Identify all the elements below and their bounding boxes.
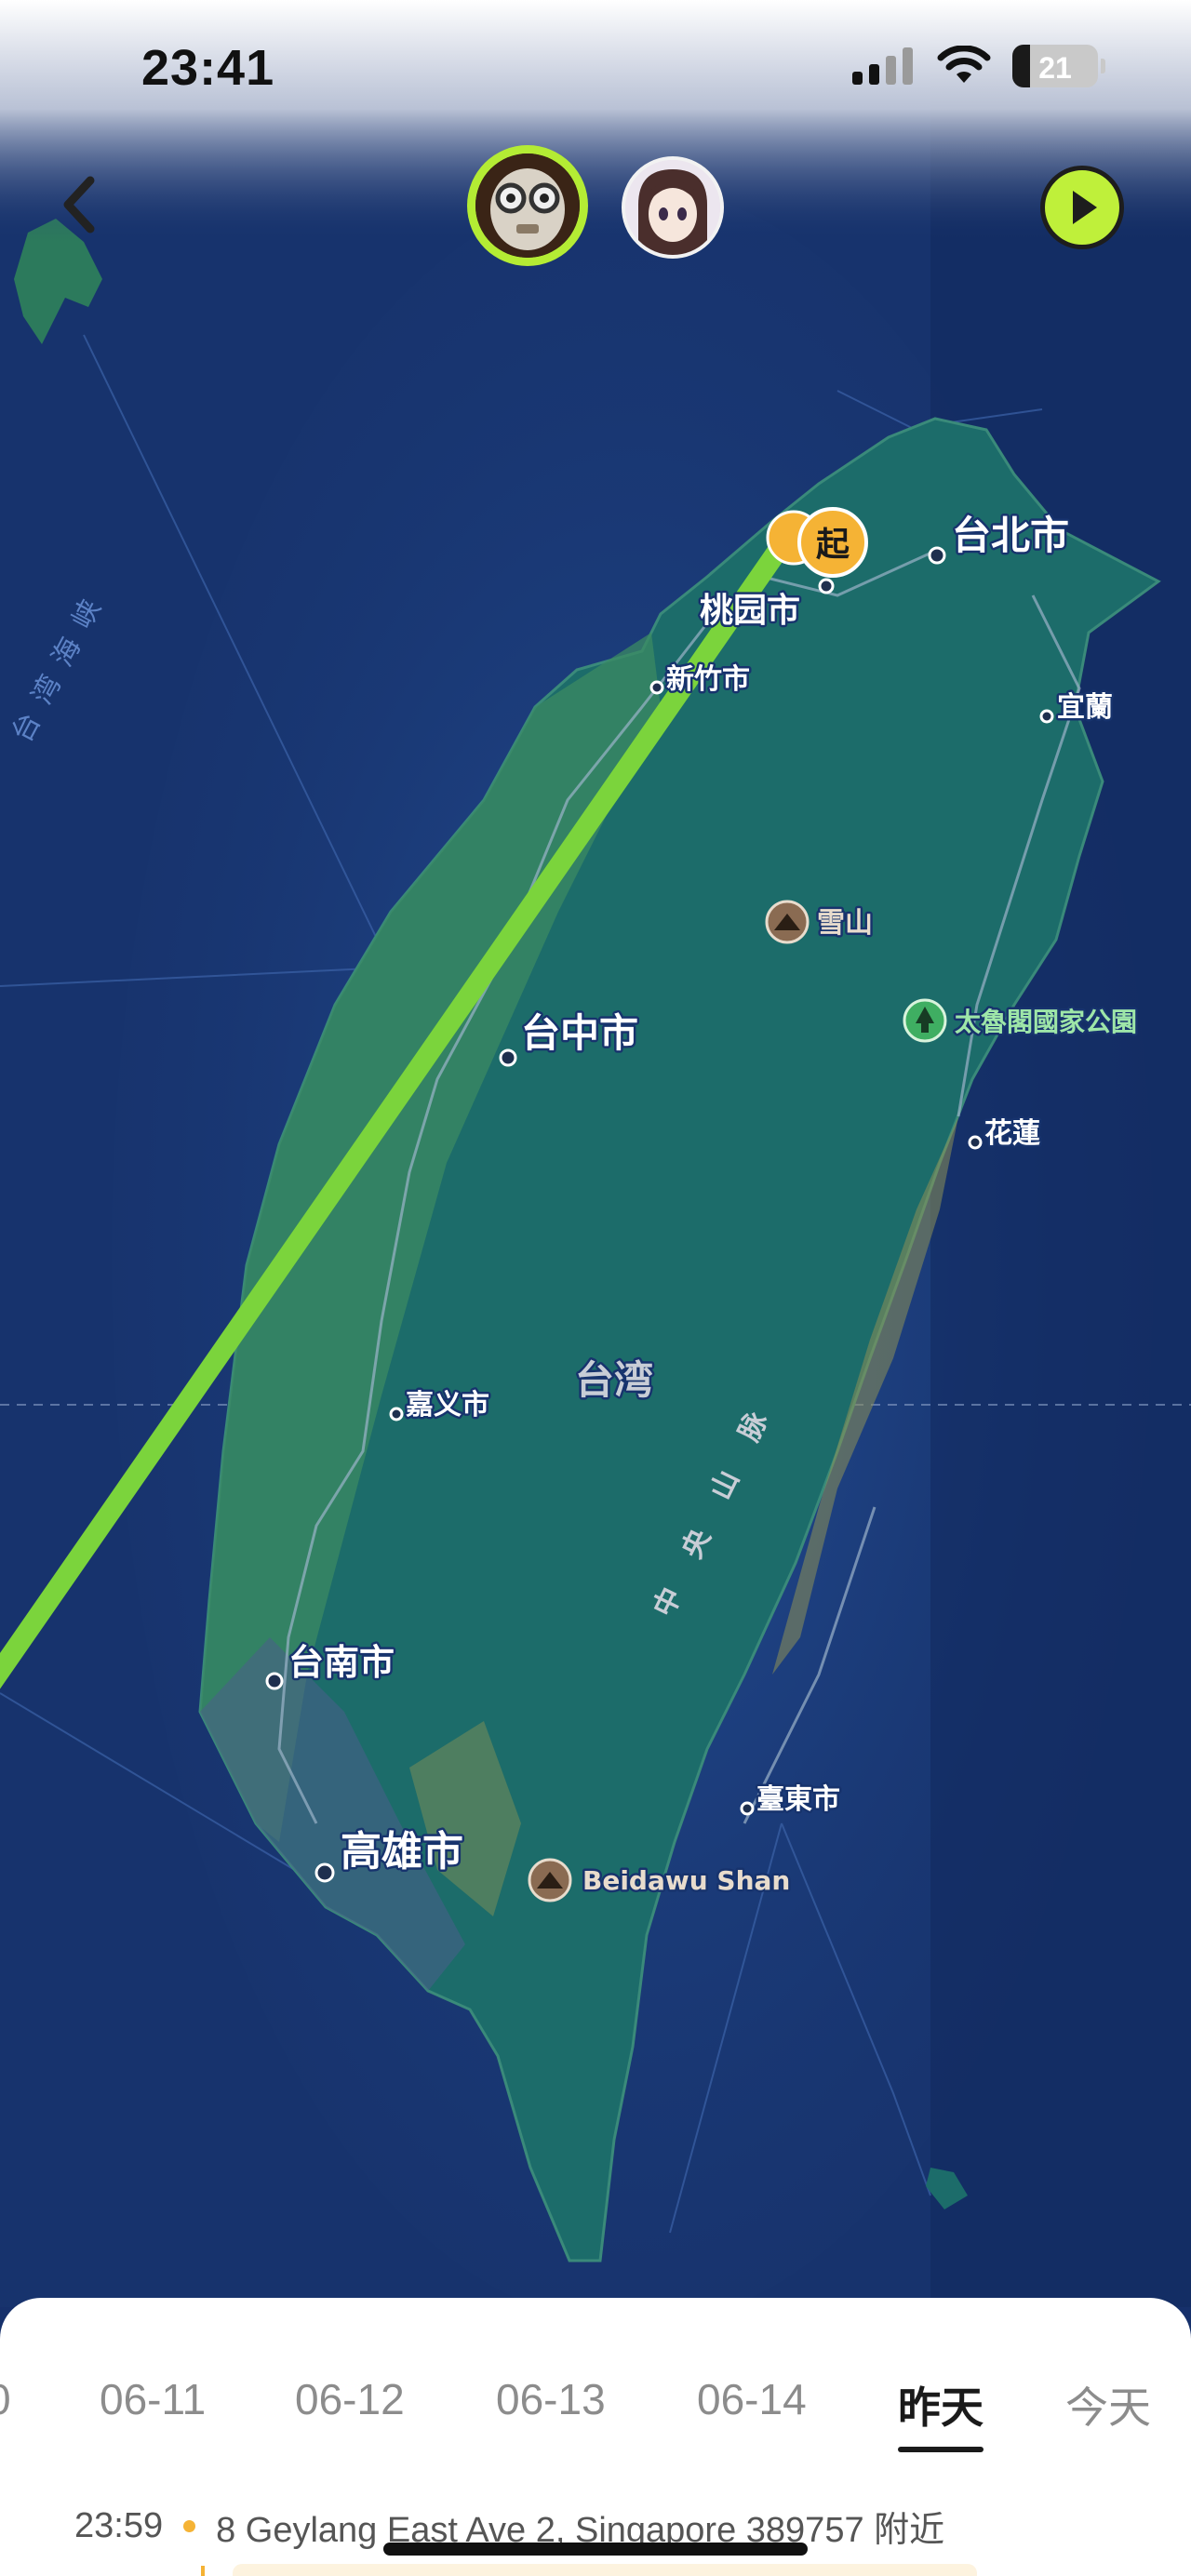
date-tab-06-13[interactable]: 06-13 [496, 2374, 606, 2424]
status-icons: 21 [852, 45, 1105, 87]
label-taipei: 台北市 [952, 513, 1069, 558]
label-yilan: 宜蘭 [1057, 691, 1113, 724]
date-tab-today[interactable]: 今天 [1065, 2374, 1151, 2436]
label-kaohsiung: 高雄市 [341, 1828, 463, 1875]
taichung-dot [499, 1048, 517, 1067]
chevron-left-icon [63, 176, 95, 234]
kaohsiung-dot [314, 1862, 335, 1883]
hualien-dot [968, 1135, 983, 1150]
mountain-icon [765, 900, 810, 944]
bottom-sheet: 0 06-11 06-12 06-13 06-14 昨天 今天 23:59 8 … [0, 2298, 1191, 2576]
start-marker-label: 起 [816, 526, 850, 564]
date-tab-06-11[interactable]: 06-11 [100, 2374, 206, 2424]
date-tabs: 0 06-11 06-12 06-13 06-14 昨天 今天 [0, 2374, 1191, 2452]
map-view[interactable]: 起 台北市 桃园市 新竹市 宜蘭 雪山 太魯閣國家公園 台中市 花蓮 台湾 嘉义… [0, 0, 1191, 2307]
label-snow-mountain: 雪山 [817, 907, 873, 940]
play-icon [1073, 191, 1097, 224]
tainan-dot [265, 1672, 284, 1690]
tree-icon [903, 998, 947, 1043]
location-dot-icon [183, 2520, 196, 2532]
label-tainan: 台南市 [288, 1642, 395, 1683]
label-taroko: 太魯閣國家公園 [955, 1007, 1137, 1037]
date-tab-06-12[interactable]: 06-12 [295, 2374, 405, 2424]
battery-icon: 21 [1012, 45, 1105, 87]
date-tab-yesterday-label: 昨天 [898, 2383, 984, 2432]
label-hualien: 花蓮 [984, 1117, 1040, 1150]
active-tab-indicator [898, 2447, 984, 2452]
play-route-button[interactable] [1040, 166, 1124, 249]
date-tab-yesterday[interactable]: 昨天 [898, 2374, 984, 2452]
avatar-self[interactable] [467, 145, 588, 266]
label-taichung: 台中市 [521, 1010, 638, 1056]
label-chiayi: 嘉义市 [406, 1389, 489, 1421]
yilan-dot [1039, 709, 1054, 724]
hsinchu-dot [649, 680, 664, 695]
timeline-card [233, 2564, 977, 2576]
label-taoyuan: 桃园市 [700, 592, 800, 630]
cellular-signal-icon [852, 47, 913, 85]
date-tab-06-14[interactable]: 06-14 [697, 2374, 807, 2424]
taoyuan-dot [818, 578, 835, 594]
label-beidawu: Beidawu Shan [582, 1865, 790, 1896]
anime-girl-avatar-icon [625, 160, 720, 255]
robot-avatar-icon [475, 153, 580, 258]
label-taitung: 臺東市 [756, 1783, 840, 1816]
mountain-icon [528, 1858, 572, 1902]
wifi-icon [937, 46, 991, 83]
battery-level: 21 [1038, 51, 1072, 85]
timeline-line [201, 2566, 205, 2576]
home-indicator [383, 2543, 808, 2556]
taitung-dot [740, 1801, 755, 1816]
top-bar [0, 140, 1191, 279]
status-bar: 23:41 21 [0, 0, 1191, 140]
status-time: 23:41 [141, 40, 275, 96]
avatar-friend[interactable] [622, 156, 724, 259]
label-hsinchu: 新竹市 [666, 663, 750, 696]
label-taiwan: 台湾 [575, 1357, 653, 1403]
location-time: 23:59 [74, 2506, 164, 2545]
back-button[interactable] [51, 172, 107, 237]
taipei-dot [928, 546, 946, 565]
chiayi-dot [389, 1407, 404, 1421]
date-tab-partial[interactable]: 0 [0, 2374, 11, 2424]
